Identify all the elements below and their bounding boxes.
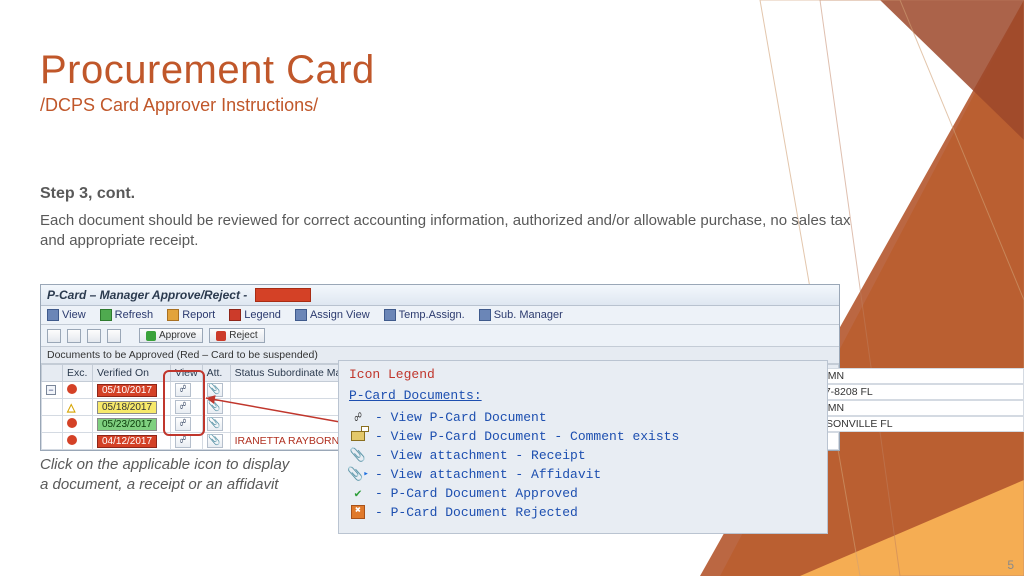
attachment-icon[interactable]: 📎 xyxy=(207,417,223,431)
col-view: View xyxy=(171,365,203,382)
toolbar-report[interactable]: Report xyxy=(167,309,215,321)
date-chip: 05/23/2017 xyxy=(97,418,157,431)
attachment-affidavit-icon: 📎▸ xyxy=(349,466,367,482)
refresh-icon xyxy=(100,309,112,321)
step-block: Step 3, cont. Each document should be re… xyxy=(40,185,870,252)
icon-legend-panel: Icon Legend P-Card Documents: ☍ - View P… xyxy=(338,360,828,534)
toolbar-view[interactable]: View xyxy=(47,309,86,321)
step-heading: Step 3, cont. xyxy=(40,185,870,203)
approve-button[interactable]: Approve xyxy=(139,328,203,343)
report-icon xyxy=(167,309,179,321)
right-data-fragment: 5 MN 87-8208 FL 5 MN KSONVILLE FL xyxy=(814,368,1024,432)
view-doc-icon[interactable]: ☍ xyxy=(175,434,191,448)
legend-label: - P-Card Document Approved xyxy=(375,486,578,501)
reject-button[interactable]: Reject xyxy=(209,328,264,343)
attachment-icon[interactable]: 📎 xyxy=(207,383,223,397)
date-chip: 05/18/2017 xyxy=(97,401,157,414)
col-verified-on: Verified On xyxy=(93,365,171,382)
col-tree xyxy=(42,365,63,382)
legend-row: - View P-Card Document - Comment exists xyxy=(349,428,817,444)
attachment-receipt-icon: 📎 xyxy=(349,447,367,463)
legend-icon xyxy=(229,309,241,321)
title-block: Procurement Card /DCPS Card Approver Ins… xyxy=(40,48,375,116)
assign-view-icon xyxy=(295,309,307,321)
attachment-icon[interactable]: 📎 xyxy=(207,434,223,448)
toolbox-icon-2[interactable] xyxy=(67,329,81,343)
right-cell: 87-8208 FL xyxy=(814,384,1024,400)
sub-manager-icon xyxy=(479,309,491,321)
legend-section-heading: P-Card Documents: xyxy=(349,388,817,403)
attachment-icon[interactable]: 📎 xyxy=(207,400,223,414)
page-number: 5 xyxy=(1007,558,1014,572)
col-exc: Exc. xyxy=(63,365,93,382)
redacted-block xyxy=(255,288,311,302)
toolbar-refresh[interactable]: Refresh xyxy=(100,309,154,321)
legend-label: - P-Card Document Rejected xyxy=(375,505,578,520)
toolbox-icon-4[interactable] xyxy=(107,329,121,343)
toolbar-assign-view[interactable]: Assign View xyxy=(295,309,370,321)
date-chip: 04/12/2017 xyxy=(97,435,157,448)
sap-toolbar-secondary: Approve Reject xyxy=(41,325,839,347)
toolbar-legend[interactable]: Legend xyxy=(229,309,281,321)
toolbox-icon-3[interactable] xyxy=(87,329,101,343)
legend-label: - View P-Card Document xyxy=(375,410,547,425)
view-doc-icon[interactable]: ☍ xyxy=(175,400,191,414)
toolbar-temp-assign[interactable]: Temp.Assign. xyxy=(384,309,465,321)
right-cell: 5 MN xyxy=(814,368,1024,384)
right-cell: KSONVILLE FL xyxy=(814,416,1024,432)
rejected-icon: ✖ xyxy=(349,504,367,520)
legend-row: ☍ - View P-Card Document xyxy=(349,409,817,425)
approved-icon: ✔ xyxy=(349,485,367,501)
view-icon xyxy=(47,309,59,321)
legend-row: ✔ - P-Card Document Approved xyxy=(349,485,817,501)
date-chip: 05/10/2017 xyxy=(97,384,157,397)
view-doc-icon[interactable]: ☍ xyxy=(175,417,191,431)
slide-title: Procurement Card xyxy=(40,48,375,93)
exception-red-icon xyxy=(67,384,77,394)
view-doc-icon[interactable]: ☍ xyxy=(175,383,191,397)
legend-row: ✖ - P-Card Document Rejected xyxy=(349,504,817,520)
tree-collapse-icon[interactable]: − xyxy=(46,385,56,395)
sap-toolbar: View Refresh Report Legend Assign View T… xyxy=(41,306,839,325)
view-doc-comment-icon xyxy=(349,428,367,444)
toolbar-sub-manager[interactable]: Sub. Manager xyxy=(479,309,563,321)
legend-row: 📎 - View attachment - Receipt xyxy=(349,447,817,463)
legend-label: - View attachment - Affidavit xyxy=(375,467,601,482)
sap-window-title: P-Card – Manager Approve/Reject - xyxy=(47,288,247,302)
view-doc-icon: ☍ xyxy=(349,409,367,425)
col-att: Att. xyxy=(202,365,230,382)
legend-label: - View P-Card Document - Comment exists xyxy=(375,429,679,444)
right-cell: 5 MN xyxy=(814,400,1024,416)
legend-label: - View attachment - Receipt xyxy=(375,448,586,463)
exception-red-icon xyxy=(67,435,77,445)
sap-titlebar: P-Card – Manager Approve/Reject - xyxy=(41,285,839,306)
exception-red-icon xyxy=(67,418,77,428)
temp-assign-icon xyxy=(384,309,396,321)
toolbox-icon-1[interactable] xyxy=(47,329,61,343)
legend-title: Icon Legend xyxy=(349,367,817,382)
legend-row: 📎▸ - View attachment - Affidavit xyxy=(349,466,817,482)
reject-icon xyxy=(216,331,226,341)
slide-subtitle: /DCPS Card Approver Instructions/ xyxy=(40,95,375,116)
exception-warn-icon: △ xyxy=(67,402,75,414)
callout-caption: Click on the applicable icon to display … xyxy=(40,455,300,494)
step-body: Each document should be reviewed for cor… xyxy=(40,211,870,252)
approve-icon xyxy=(146,331,156,341)
